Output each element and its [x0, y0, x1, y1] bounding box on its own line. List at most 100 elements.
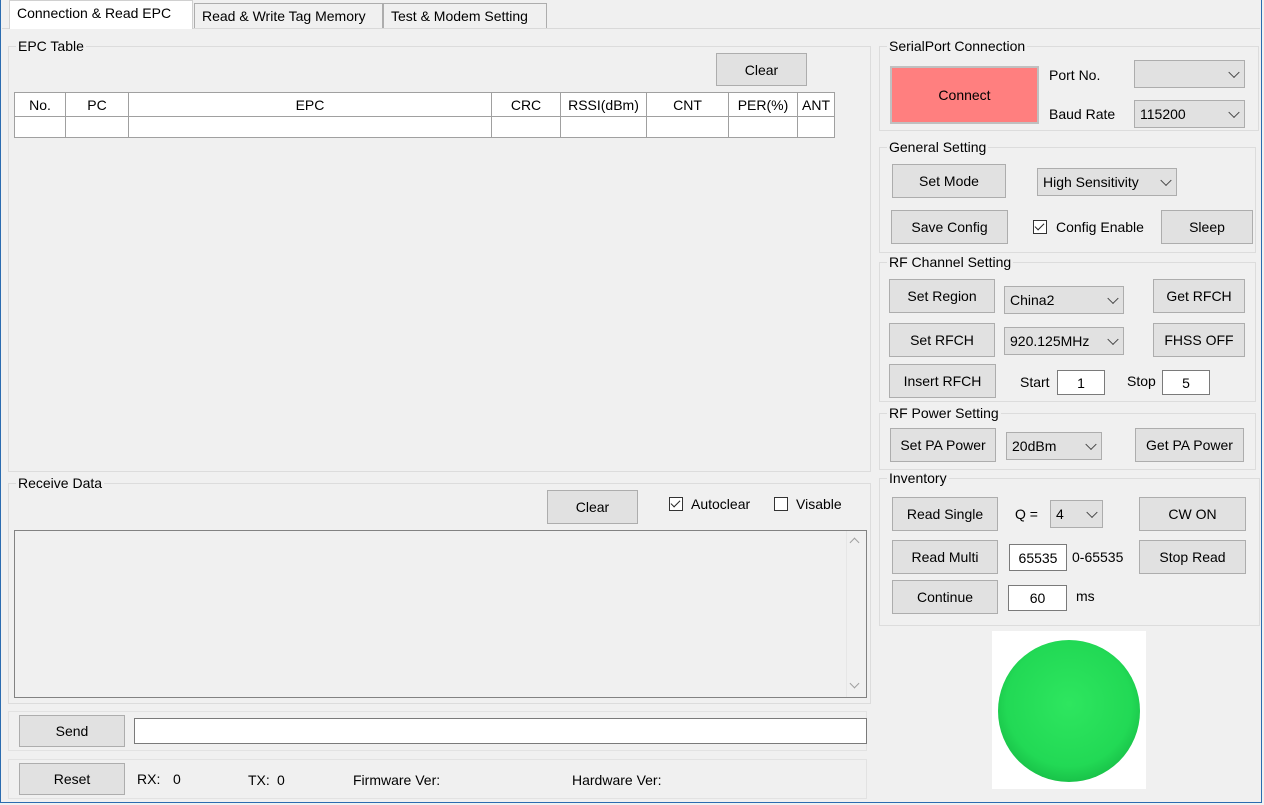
autoclear-checkbox[interactable] — [669, 497, 683, 511]
hardware-version-label: Hardware Ver: — [572, 772, 662, 788]
firmware-version-label: Firmware Ver: — [353, 772, 441, 788]
receive-data-title: Receive Data — [16, 475, 105, 491]
power-value: 20dBm — [1012, 438, 1057, 454]
sleep-button[interactable]: Sleep — [1161, 210, 1253, 244]
stop-label: Stop — [1127, 373, 1156, 389]
scroll-down-icon[interactable] — [849, 678, 860, 689]
status-indicator — [998, 640, 1140, 782]
rf-power-title: RF Power Setting — [887, 405, 1001, 421]
chevron-down-icon — [1107, 333, 1119, 346]
port-no-label: Port No. — [1049, 67, 1101, 83]
general-setting-title: General Setting — [887, 139, 989, 155]
mode-value: High Sensitivity — [1043, 174, 1139, 190]
q-select[interactable]: 4 — [1050, 500, 1103, 528]
get-pa-power-button[interactable]: Get PA Power — [1135, 428, 1244, 462]
send-button[interactable]: Send — [19, 715, 125, 747]
insert-rfch-button[interactable]: Insert RFCH — [889, 364, 996, 398]
start-label: Start — [1020, 374, 1050, 390]
application-window: Connection & Read EPC Read & Write Tag M… — [0, 0, 1262, 803]
baud-rate-value: 115200 — [1140, 106, 1186, 122]
read-multi-button[interactable]: Read Multi — [892, 540, 998, 574]
column-header-ant[interactable]: ANT — [797, 92, 835, 117]
tx-count: 0 — [277, 772, 285, 788]
epc-table-header: No. PC EPC CRC RSSI(dBm) CNT PER(%) ANT — [14, 92, 835, 117]
column-header-crc[interactable]: CRC — [491, 92, 561, 117]
q-value: 4 — [1056, 506, 1064, 522]
table-cell — [491, 116, 561, 138]
chevron-down-icon — [1228, 66, 1240, 79]
column-header-epc[interactable]: EPC — [128, 92, 492, 117]
read-multi-count-input[interactable]: 65535 — [1009, 544, 1067, 571]
autoclear-label: Autoclear — [691, 496, 751, 512]
column-header-pc[interactable]: PC — [65, 92, 129, 117]
region-select[interactable]: China2 — [1004, 286, 1124, 314]
column-header-per[interactable]: PER(%) — [728, 92, 798, 117]
baud-rate-label: Baud Rate — [1049, 106, 1116, 122]
epc-clear-button[interactable]: Clear — [716, 53, 807, 86]
send-input[interactable] — [134, 718, 867, 744]
table-row[interactable] — [14, 116, 835, 138]
table-cell — [646, 116, 729, 138]
chevron-down-icon — [1160, 174, 1172, 187]
column-header-rssi[interactable]: RSSI(dBm) — [560, 92, 647, 117]
table-cell — [560, 116, 647, 138]
status-led-circle — [998, 640, 1140, 782]
rfch-select[interactable]: 920.125MHz — [1004, 327, 1124, 355]
set-region-button[interactable]: Set Region — [889, 279, 995, 313]
column-header-no[interactable]: No. — [14, 92, 66, 117]
inventory-title: Inventory — [887, 470, 949, 486]
ms-label: ms — [1076, 588, 1095, 604]
chevron-down-icon — [1228, 106, 1240, 119]
continue-interval-input[interactable]: 60 — [1008, 585, 1067, 611]
port-no-select[interactable] — [1134, 60, 1245, 88]
serialport-title: SerialPort Connection — [887, 38, 1028, 54]
table-cell — [65, 116, 129, 138]
read-multi-range-label: 0-65535 — [1072, 549, 1124, 565]
stop-input[interactable]: 5 — [1162, 370, 1210, 395]
config-enable-label: Config Enable — [1056, 219, 1144, 235]
chevron-down-icon — [1085, 438, 1097, 451]
tab-connection-read-epc[interactable]: Connection & Read EPC — [9, 0, 193, 29]
set-rfch-button[interactable]: Set RFCH — [889, 323, 995, 357]
baud-rate-select[interactable]: 115200 — [1134, 100, 1245, 128]
power-select[interactable]: 20dBm — [1006, 432, 1102, 460]
rf-channel-title: RF Channel Setting — [887, 254, 1014, 270]
start-input[interactable]: 1 — [1057, 370, 1105, 395]
rx-count: 0 — [173, 771, 181, 787]
q-label: Q = — [1015, 506, 1038, 522]
visable-label: Visable — [796, 496, 842, 512]
fhss-off-button[interactable]: FHSS OFF — [1153, 323, 1245, 357]
vertical-scrollbar[interactable] — [846, 531, 866, 697]
epc-table-title: EPC Table — [16, 38, 86, 54]
status-indicator-panel — [992, 631, 1146, 789]
rfch-value: 920.125MHz — [1010, 333, 1090, 349]
table-cell — [728, 116, 798, 138]
chevron-down-icon — [1086, 506, 1098, 519]
stop-read-button[interactable]: Stop Read — [1139, 540, 1246, 574]
visable-checkbox[interactable] — [774, 497, 788, 511]
connect-button[interactable]: Connect — [890, 66, 1039, 124]
chevron-down-icon — [1107, 292, 1119, 305]
receive-clear-button[interactable]: Clear — [547, 490, 638, 524]
column-header-cnt[interactable]: CNT — [646, 92, 729, 117]
tab-read-write-tag-memory[interactable]: Read & Write Tag Memory — [194, 3, 383, 28]
rx-label: RX: — [137, 771, 161, 787]
get-rfch-button[interactable]: Get RFCH — [1153, 279, 1245, 313]
table-cell — [14, 116, 66, 138]
config-enable-checkbox[interactable] — [1033, 220, 1047, 234]
save-config-button[interactable]: Save Config — [891, 210, 1008, 244]
epc-table: No. PC EPC CRC RSSI(dBm) CNT PER(%) ANT — [14, 92, 835, 138]
scroll-up-icon[interactable] — [849, 537, 860, 548]
mode-select[interactable]: High Sensitivity — [1037, 168, 1177, 196]
cw-on-button[interactable]: CW ON — [1139, 497, 1246, 531]
table-cell — [128, 116, 492, 138]
continue-button[interactable]: Continue — [892, 580, 998, 614]
reset-button[interactable]: Reset — [19, 763, 125, 795]
table-cell — [797, 116, 835, 138]
tab-test-modem-setting[interactable]: Test & Modem Setting — [383, 3, 547, 28]
receive-data-textarea[interactable] — [14, 530, 867, 698]
set-mode-button[interactable]: Set Mode — [892, 164, 1006, 198]
set-pa-power-button[interactable]: Set PA Power — [890, 428, 996, 462]
region-value: China2 — [1010, 292, 1055, 308]
read-single-button[interactable]: Read Single — [892, 497, 998, 531]
